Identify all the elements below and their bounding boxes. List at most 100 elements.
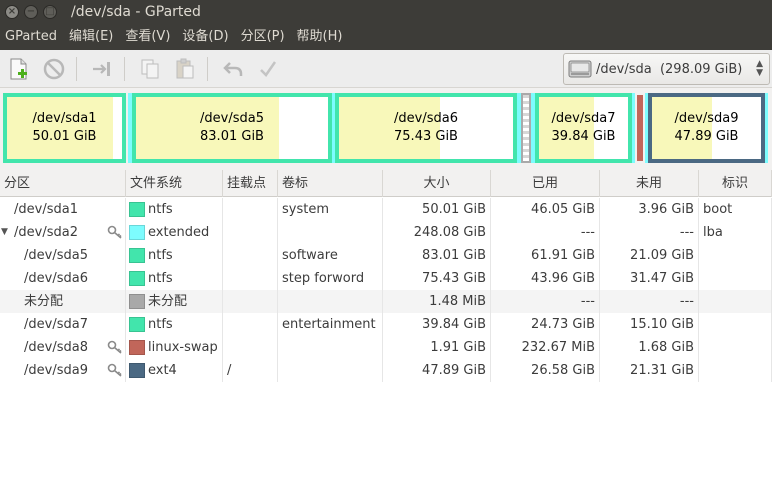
table-row[interactable]: /dev/sda1 ntfs system 50.01 GiB 46.05 GiB 3.9… — [0, 198, 772, 221]
column-header-used[interactable]: 已用 — [491, 170, 600, 197]
size-cell: 39.84 GiB — [383, 313, 491, 336]
partition-cell: 未分配 — [0, 290, 126, 313]
mount-cell — [223, 336, 278, 359]
up-down-arrows-icon: ▲ ▼ — [756, 59, 763, 78]
flags-cell — [699, 313, 772, 336]
unused-cell: 15.10 GiB — [600, 313, 699, 336]
close-window-button[interactable]: × — [5, 5, 19, 19]
minimize-window-button[interactable]: − — [24, 5, 38, 19]
filesystem-color-swatch — [129, 340, 145, 355]
resize-arrow-icon — [93, 61, 110, 76]
filesystem-color-swatch — [129, 225, 145, 240]
table-row[interactable]: ▼/dev/sda2 extended 248.08 GiB --- --- lba — [0, 221, 772, 244]
filesystem-name: ntfs — [148, 202, 173, 217]
window-controls: × − □ — [5, 5, 57, 19]
apply-button[interactable] — [252, 54, 284, 84]
filesystem-name: ext4 — [148, 363, 177, 378]
paste-button[interactable] — [169, 54, 201, 84]
column-header-label[interactable]: 卷标 — [278, 170, 383, 197]
table-row[interactable]: 未分配 未分配 1.48 MiB --- --- — [0, 290, 772, 313]
unused-cell: --- — [600, 221, 699, 244]
partition-block-sda9[interactable]: /dev/sda9 47.89 GiB — [648, 93, 765, 163]
table-row[interactable]: /dev/sda9 ext4 / 47.89 GiB 26.58 GiB 21.31 Gi… — [0, 359, 772, 382]
column-header-partition[interactable]: 分区 — [0, 170, 126, 197]
used-cell: 24.73 GiB — [491, 313, 600, 336]
table-row[interactable]: /dev/sda7 ntfs entertainment 39.84 GiB 24.73… — [0, 313, 772, 336]
label-cell — [278, 336, 383, 359]
label-cell: step forword — [278, 267, 383, 290]
flags-cell: lba — [699, 221, 772, 244]
copy-button[interactable] — [134, 54, 166, 84]
partition-block-sda1[interactable]: /dev/sda1 50.01 GiB — [3, 93, 126, 163]
menu-partition[interactable]: 分区(P) — [236, 24, 292, 50]
expander-arrow-icon[interactable]: ▼ — [1, 221, 8, 244]
column-header-mountpoint[interactable]: 挂载点 — [223, 170, 278, 197]
filesystem-cell: ntfs — [126, 313, 223, 336]
undo-button[interactable] — [217, 54, 249, 84]
table-row[interactable]: /dev/sda8 linux-swap 1.91 GiB 232.67 MiB 1.6… — [0, 336, 772, 359]
no-entry-icon — [43, 58, 65, 79]
partition-block-sda6[interactable]: /dev/sda6 75.43 GiB — [335, 93, 517, 163]
partition-cell: /dev/sda6 — [0, 267, 126, 290]
menu-gparted[interactable]: GParted — [0, 24, 64, 50]
flags-cell: boot — [699, 198, 772, 221]
partition-map: /dev/sda1 50.01 GiB /dev/sda5 83.01 GiB /d… — [0, 89, 772, 167]
menu-edit[interactable]: 编辑(E) — [64, 24, 120, 50]
filesystem-color-swatch — [129, 271, 145, 286]
menu-device[interactable]: 设备(D) — [177, 24, 235, 50]
filesystem-cell: linux-swap — [126, 336, 223, 359]
used-cell: 46.05 GiB — [491, 198, 600, 221]
filesystem-color-swatch — [129, 317, 145, 332]
toolbar-separator — [76, 56, 77, 81]
mount-cell: / — [223, 359, 278, 382]
filesystem-color-swatch — [129, 202, 145, 217]
size-cell: 1.48 MiB — [383, 290, 491, 313]
partition-block-size: 75.43 GiB — [394, 129, 458, 144]
column-header-flags[interactable]: 标识 — [699, 170, 772, 197]
toolbar: /dev/sda (298.09 GiB) ▲ ▼ — [0, 50, 772, 88]
used-cell: 232.67 MiB — [491, 336, 600, 359]
mount-cell — [223, 267, 278, 290]
copy-icon — [141, 59, 159, 78]
delete-partition-button[interactable] — [38, 54, 70, 84]
label-cell: entertainment — [278, 313, 383, 336]
maximize-window-button[interactable]: □ — [43, 5, 57, 19]
label-cell — [278, 359, 383, 382]
new-partition-button[interactable] — [3, 54, 35, 84]
partition-block-sda5[interactable]: /dev/sda5 83.01 GiB — [132, 93, 332, 163]
partition-block-sda8[interactable] — [635, 93, 645, 163]
column-header-size[interactable]: 大小 — [383, 170, 491, 197]
menu-bar: GParted 编辑(E) 查看(V) 设备(D) 分区(P) 帮助(H) — [0, 24, 772, 50]
checkmark-icon — [260, 60, 277, 77]
partition-name: /dev/sda1 — [14, 202, 78, 217]
toolbar-separator — [124, 56, 125, 81]
column-header-filesystem[interactable]: 文件系统 — [126, 170, 223, 197]
partition-cell: /dev/sda9 — [0, 359, 126, 382]
size-cell: 1.91 GiB — [383, 336, 491, 359]
unused-cell: 31.47 GiB — [600, 267, 699, 290]
partition-name: /dev/sda9 — [24, 363, 88, 378]
flags-cell — [699, 267, 772, 290]
filesystem-color-swatch — [129, 363, 145, 378]
used-cell: 61.91 GiB — [491, 244, 600, 267]
resize-move-button[interactable] — [86, 54, 118, 84]
device-selector[interactable]: /dev/sda (298.09 GiB) ▲ ▼ — [563, 53, 770, 85]
flags-cell — [699, 244, 772, 267]
filesystem-name: ntfs — [148, 317, 173, 332]
filesystem-name: linux-swap — [148, 340, 218, 355]
flags-cell — [699, 359, 772, 382]
used-cell: 43.96 GiB — [491, 267, 600, 290]
table-row[interactable]: /dev/sda6 ntfs step forword 75.43 GiB 43.96 … — [0, 267, 772, 290]
column-header-unused[interactable]: 未用 — [600, 170, 699, 197]
filesystem-cell: extended — [126, 221, 223, 244]
partition-cell: /dev/sda8 — [0, 336, 126, 359]
mount-cell — [223, 244, 278, 267]
unused-cell: 21.31 GiB — [600, 359, 699, 382]
table-row[interactable]: /dev/sda5 ntfs software 83.01 GiB 61.91 GiB 2… — [0, 244, 772, 267]
unused-cell: 1.68 GiB — [600, 336, 699, 359]
partition-block-sda7[interactable]: /dev/sda7 39.84 GiB — [535, 93, 632, 163]
menu-view[interactable]: 查看(V) — [120, 24, 177, 50]
size-cell: 75.43 GiB — [383, 267, 491, 290]
unallocated-block[interactable] — [521, 93, 531, 163]
menu-help[interactable]: 帮助(H) — [292, 24, 350, 50]
